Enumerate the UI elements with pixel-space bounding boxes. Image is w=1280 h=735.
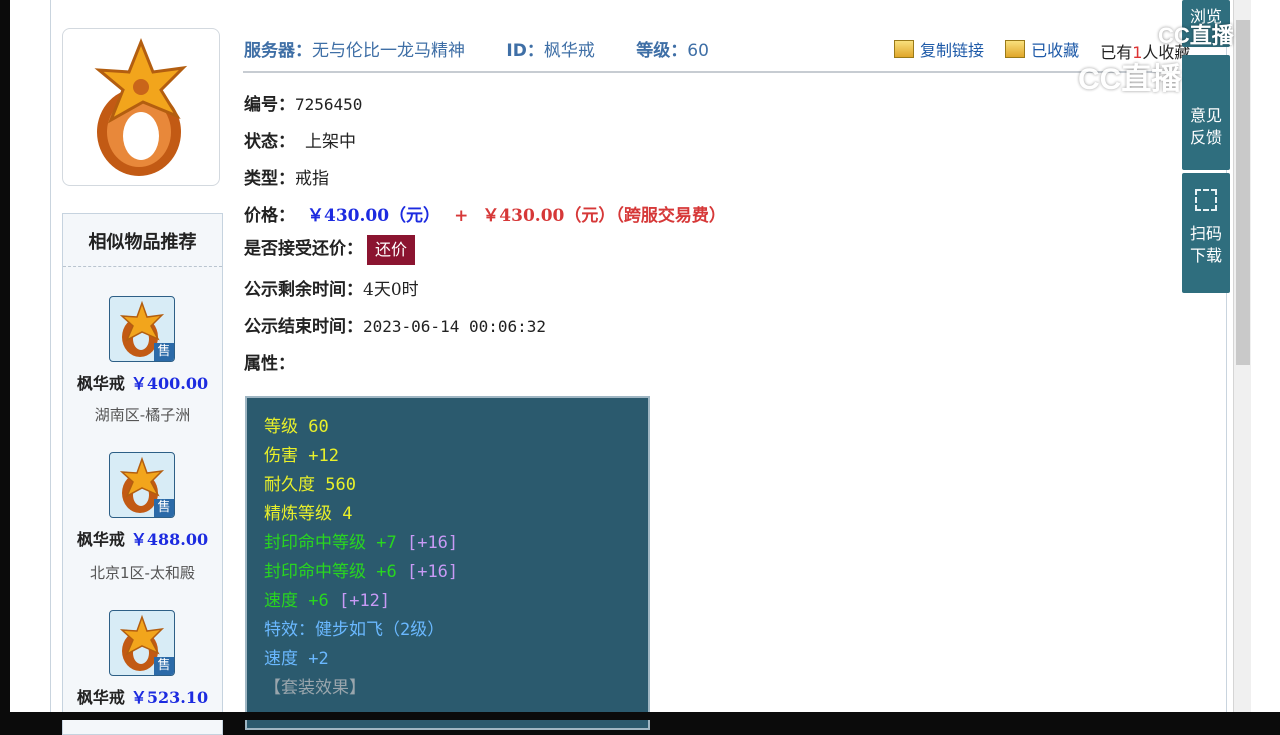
favorite-button[interactable]: 已收藏 bbox=[1005, 37, 1079, 61]
attr-line: 封印命中等级 +7 [+16] bbox=[264, 533, 459, 553]
sale-tag: 售 bbox=[154, 343, 174, 361]
feedback-button[interactable]: 意见 反馈 bbox=[1182, 55, 1230, 170]
favorite-icon bbox=[1005, 40, 1026, 58]
attributes-label: 属性： bbox=[244, 354, 295, 374]
similar-items-title: 相似物品推荐 bbox=[63, 214, 222, 267]
end-time-row: 公示结束时间：2023-06-14 00:06:32 bbox=[244, 317, 547, 337]
sale-tag: 售 bbox=[154, 499, 174, 517]
copy-link-button[interactable]: 复制链接 bbox=[894, 37, 984, 61]
sale-tag: 售 bbox=[154, 657, 174, 675]
counter-offer-row: 是否接受还价： 还价 bbox=[244, 234, 416, 265]
attr-line: 特效：健步如飞（2级） bbox=[264, 620, 445, 640]
copy-link-icon bbox=[894, 40, 914, 58]
similar-item-region: 湖南区-橘子洲 bbox=[94, 406, 191, 424]
copy-link-label: 复制链接 bbox=[920, 41, 985, 60]
attr-line: 精炼等级 4 bbox=[264, 504, 353, 524]
bottom-bar bbox=[0, 712, 1280, 720]
scan-icon bbox=[1195, 189, 1217, 211]
id-info: ID：枫华戒 bbox=[506, 41, 595, 61]
price-fee: ￥430.00（元）（跨服交易费） bbox=[482, 206, 726, 226]
similar-item-icon[interactable]: 售 bbox=[109, 452, 175, 518]
header-info: 服务器：无与伦比一龙马精神 ID：枫华戒 等级：60 bbox=[244, 36, 745, 61]
attr-line: 速度 +6 [+12] bbox=[264, 591, 391, 611]
serial-row: 编号：7256450 bbox=[244, 95, 363, 115]
attr-line: 伤害 +12 bbox=[264, 446, 339, 466]
price-row: 价格： ￥430.00（元） + ￥430.00（元）（跨服交易费） bbox=[244, 206, 726, 226]
background-window-edge bbox=[1251, 0, 1280, 712]
similar-item-icon[interactable]: 售 bbox=[109, 610, 175, 676]
server-info: 服务器：无与伦比一龙马精神 bbox=[244, 41, 465, 61]
watermark-logo: CC直播 bbox=[1158, 23, 1234, 48]
similar-item[interactable]: 枫华戒 ￥523.10 bbox=[63, 684, 222, 708]
ring-icon bbox=[94, 37, 188, 176]
attr-line: 等级 60 bbox=[264, 417, 329, 437]
remaining-time-row: 公示剩余时间：4天0时 bbox=[244, 280, 419, 300]
item-thumbnail bbox=[62, 28, 220, 186]
page-scrollbar[interactable] bbox=[1233, 0, 1252, 712]
similar-items-panel: 相似物品推荐 售 枫华戒 ￥400.00 湖南区-橘子洲 售 枫华戒 ￥488.00… bbox=[62, 213, 223, 735]
similar-item-icon[interactable]: 售 bbox=[109, 296, 175, 362]
counter-offer-button[interactable]: 还价 bbox=[367, 234, 416, 265]
price-value: ￥430.00（元） bbox=[307, 206, 441, 226]
similar-item[interactable]: 枫华戒 ￥400.00 bbox=[63, 370, 222, 394]
scrollbar-thumb[interactable] bbox=[1236, 20, 1250, 365]
attr-line: 封印命中等级 +6 [+16] bbox=[264, 562, 459, 582]
divider bbox=[243, 71, 1173, 73]
type-row: 类型：戒指 bbox=[244, 169, 329, 189]
attr-line: 速度 +2 bbox=[264, 649, 329, 669]
favorite-label: 已收藏 bbox=[1031, 41, 1080, 60]
similar-item-region: 北京1区-太和殿 bbox=[90, 564, 195, 582]
attributes-panel: 等级 60 伤害 +12 耐久度 560 精炼等级 4 封印命中等级 +7 [+… bbox=[245, 396, 650, 730]
level-info: 等级：60 bbox=[636, 41, 709, 61]
status-row: 状态： 上架中 bbox=[244, 132, 356, 152]
attr-line: 【套装效果】 bbox=[264, 678, 366, 698]
watermark-logo: CC直播 bbox=[1078, 63, 1182, 96]
attr-line: 耐久度 560 bbox=[264, 475, 356, 495]
scan-download-button[interactable]: 扫码 下载 bbox=[1182, 173, 1230, 293]
similar-item[interactable]: 枫华戒 ￥488.00 bbox=[63, 526, 222, 550]
